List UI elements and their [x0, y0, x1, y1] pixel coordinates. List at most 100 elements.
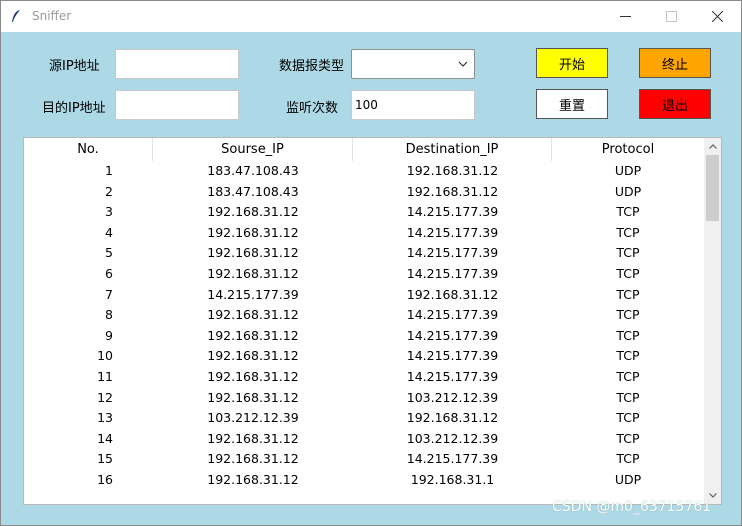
- cell-protocol: TCP: [616, 451, 640, 467]
- cell-no: 12: [97, 389, 113, 405]
- cell-protocol: TCP: [616, 430, 640, 446]
- cell-no: 15: [97, 451, 113, 467]
- reset-button[interactable]: 重置: [536, 89, 608, 119]
- table-row[interactable]: 11 192.168.31.12 14.215.177.39 TCP: [24, 367, 704, 388]
- packet-type-label: 数据报类型: [279, 59, 345, 74]
- cell-protocol: TCP: [616, 265, 640, 281]
- exit-button[interactable]: 退出: [639, 89, 711, 119]
- maximize-icon: [665, 11, 677, 22]
- cell-no: 4: [105, 224, 113, 240]
- cell-protocol: TCP: [616, 327, 640, 343]
- cell-destination-ip: 14.215.177.39: [406, 245, 499, 261]
- table-row[interactable]: 7 14.215.177.39 192.168.31.12 TCP: [24, 285, 704, 306]
- cell-protocol: UDP: [614, 471, 642, 487]
- column-header-protocol[interactable]: Protocol: [552, 138, 704, 161]
- cell-no: 13: [97, 410, 113, 426]
- cell-source-ip: 192.168.31.12: [207, 245, 299, 261]
- cell-destination-ip: 14.215.177.39: [406, 348, 499, 364]
- cell-destination-ip: 192.168.31.12: [406, 163, 499, 178]
- table-row[interactable]: 16 192.168.31.12 192.168.31.1 UDP: [24, 470, 704, 491]
- cell-no: 14: [97, 430, 113, 446]
- cell-source-ip: 192.168.31.12: [207, 368, 299, 384]
- cell-source-ip: 192.168.31.12: [207, 327, 299, 343]
- chevron-down-icon: [458, 61, 468, 67]
- cell-source-ip: 103.212.12.39: [207, 410, 299, 426]
- src-ip-label: 源IP地址: [49, 59, 100, 74]
- packet-type-select[interactable]: [351, 49, 475, 79]
- column-header-destination-ip[interactable]: Destination_IP: [353, 138, 552, 161]
- listen-count-input[interactable]: [351, 90, 475, 120]
- stop-button[interactable]: 终止: [639, 48, 711, 78]
- table-row[interactable]: 15 192.168.31.12 14.215.177.39 TCP: [24, 449, 704, 470]
- minimize-button[interactable]: [602, 1, 648, 32]
- cell-protocol: TCP: [616, 286, 640, 302]
- table-row[interactable]: 9 192.168.31.12 14.215.177.39 TCP: [24, 326, 704, 347]
- column-header-source-ip[interactable]: Sourse_IP: [153, 138, 353, 161]
- cell-no: 9: [105, 327, 113, 343]
- cell-no: 7: [105, 286, 113, 302]
- cell-protocol: TCP: [616, 410, 640, 426]
- table-row[interactable]: 6 192.168.31.12 14.215.177.39 TCP: [24, 264, 704, 285]
- watermark-text: CSDN @m0_63715761: [552, 499, 712, 515]
- chevron-down-icon: [708, 493, 717, 498]
- column-header-no[interactable]: No.: [24, 138, 153, 161]
- table-row[interactable]: 4 192.168.31.12 14.215.177.39 TCP: [24, 223, 704, 244]
- src-ip-input[interactable]: [115, 49, 239, 79]
- cell-source-ip: 192.168.31.12: [207, 471, 299, 487]
- scroll-up-button[interactable]: [704, 138, 721, 155]
- cell-no: 6: [105, 265, 113, 281]
- cell-no: 8: [105, 307, 113, 323]
- cell-source-ip: 192.168.31.12: [207, 430, 299, 446]
- table-row[interactable]: 5 192.168.31.12 14.215.177.39 TCP: [24, 243, 704, 264]
- table-row[interactable]: 12 192.168.31.12 103.212.12.39 TCP: [24, 388, 704, 409]
- table-row[interactable]: 13 103.212.12.39 192.168.31.12 TCP: [24, 408, 704, 429]
- cell-no: 1: [105, 163, 113, 178]
- cell-no: 16: [97, 471, 113, 487]
- table-row[interactable]: 3 192.168.31.12 14.215.177.39 TCP: [24, 202, 704, 223]
- dst-ip-input[interactable]: [115, 90, 239, 120]
- sniffer-window: Sniffer 源IP地址 数据报类型 开始 终止 目的IP地址 监听次数 重置…: [0, 0, 742, 526]
- table-row[interactable]: 10 192.168.31.12 14.215.177.39 TCP: [24, 346, 704, 367]
- cell-source-ip: 183.47.108.43: [207, 183, 299, 199]
- cell-source-ip: 192.168.31.12: [207, 265, 299, 281]
- cell-destination-ip: 103.212.12.39: [406, 430, 499, 446]
- cell-destination-ip: 192.168.31.1: [410, 471, 495, 487]
- cell-source-ip: 192.168.31.12: [207, 224, 299, 240]
- cell-source-ip: 192.168.31.12: [207, 307, 299, 323]
- table-row[interactable]: 8 192.168.31.12 14.215.177.39 TCP: [24, 305, 704, 326]
- cell-protocol: TCP: [616, 368, 640, 384]
- feather-icon: [12, 10, 20, 22]
- minimize-icon: [619, 16, 631, 17]
- close-icon: [711, 11, 723, 22]
- window-title: Sniffer: [32, 9, 72, 23]
- vertical-scrollbar[interactable]: [704, 138, 721, 504]
- title-bar[interactable]: Sniffer: [1, 1, 741, 32]
- cell-protocol: TCP: [616, 307, 640, 323]
- cell-destination-ip: 14.215.177.39: [406, 224, 499, 240]
- cell-protocol: UDP: [614, 183, 642, 199]
- cell-destination-ip: 14.215.177.39: [406, 307, 499, 323]
- maximize-button[interactable]: [648, 1, 694, 32]
- cell-destination-ip: 192.168.31.12: [406, 286, 499, 302]
- cell-protocol: TCP: [616, 204, 640, 220]
- table-header: No. Sourse_IP Destination_IP Protocol: [24, 138, 704, 161]
- cell-destination-ip: 192.168.31.12: [406, 183, 499, 199]
- table-row[interactable]: 1 183.47.108.43 192.168.31.12 UDP: [24, 161, 704, 182]
- scrollbar-thumb[interactable]: [706, 155, 719, 221]
- chevron-up-icon: [708, 144, 717, 149]
- cell-destination-ip: 14.215.177.39: [406, 265, 499, 281]
- packet-table[interactable]: No. Sourse_IP Destination_IP Protocol 11…: [23, 137, 722, 505]
- close-button[interactable]: [694, 1, 740, 32]
- cell-destination-ip: 14.215.177.39: [406, 451, 499, 467]
- table-row[interactable]: 2 183.47.108.43 192.168.31.12 UDP: [24, 182, 704, 203]
- cell-no: 5: [105, 245, 113, 261]
- cell-source-ip: 183.47.108.43: [207, 163, 299, 178]
- cell-protocol: UDP: [614, 163, 642, 178]
- cell-destination-ip: 14.215.177.39: [406, 204, 499, 220]
- table-row[interactable]: 14 192.168.31.12 103.212.12.39 TCP: [24, 429, 704, 450]
- start-button[interactable]: 开始: [536, 48, 608, 78]
- listen-count-label: 监听次数: [286, 101, 339, 116]
- cell-protocol: TCP: [616, 224, 640, 240]
- cell-source-ip: 192.168.31.12: [207, 348, 299, 364]
- cell-protocol: TCP: [616, 389, 640, 405]
